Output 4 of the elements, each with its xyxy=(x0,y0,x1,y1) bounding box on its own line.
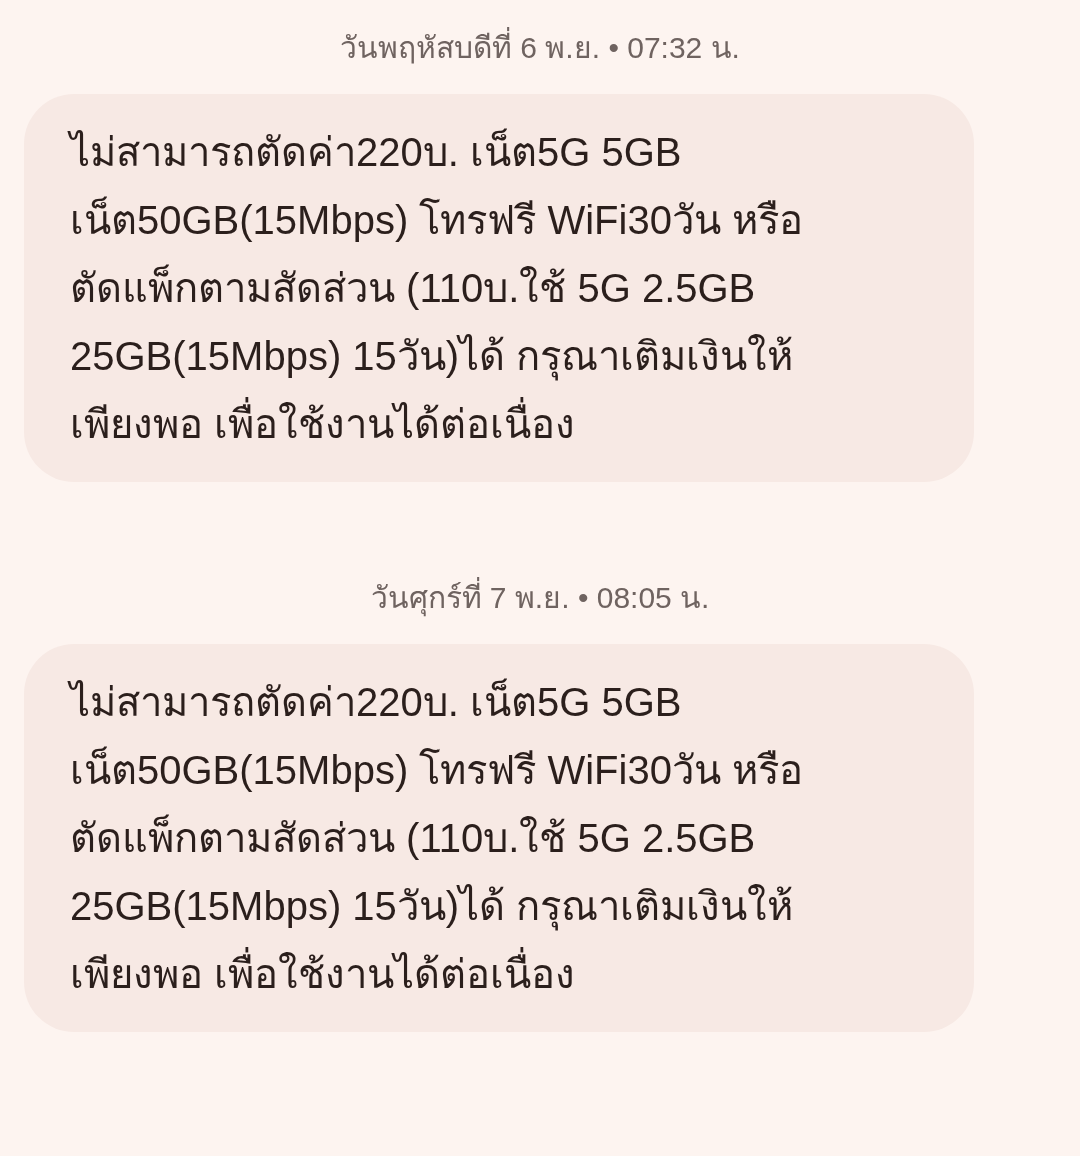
message-timestamp: วันพฤหัสบดีที่ 6 พ.ย. • 07:32 น. xyxy=(340,26,740,70)
message-timestamp: วันศุกร์ที่ 7 พ.ย. • 08:05 น. xyxy=(370,576,710,620)
message-bubble: ไม่สามารถตัดค่า220บ. เน็ต5G 5GB เน็ต50GB(15Mbps) โทรฟรี WiFi30วัน หรือ ตัดแพ็กตามสัดส่วน (110บ.ใช้ 5G 2.5GB 25GB(15Mbps) 15วัน)ได้ กรุณาเติมเงินให้ เพียงพอ เพื่อใช้งานได้ต่อเนื่อง xyxy=(24,644,974,1032)
message-bubble: ไม่สามารถตัดค่า220บ. เน็ต5G 5GB เน็ต50GB(15Mbps) โทรฟรี WiFi30วัน หรือ ตัดแพ็กตามสัดส่วน (110บ.ใช้ 5G 2.5GB 25GB(15Mbps) 15วัน)ได้ กรุณาเติมเงินให้ เพียงพอ เพื่อใช้งานได้ต่อเนื่อง xyxy=(24,94,974,482)
